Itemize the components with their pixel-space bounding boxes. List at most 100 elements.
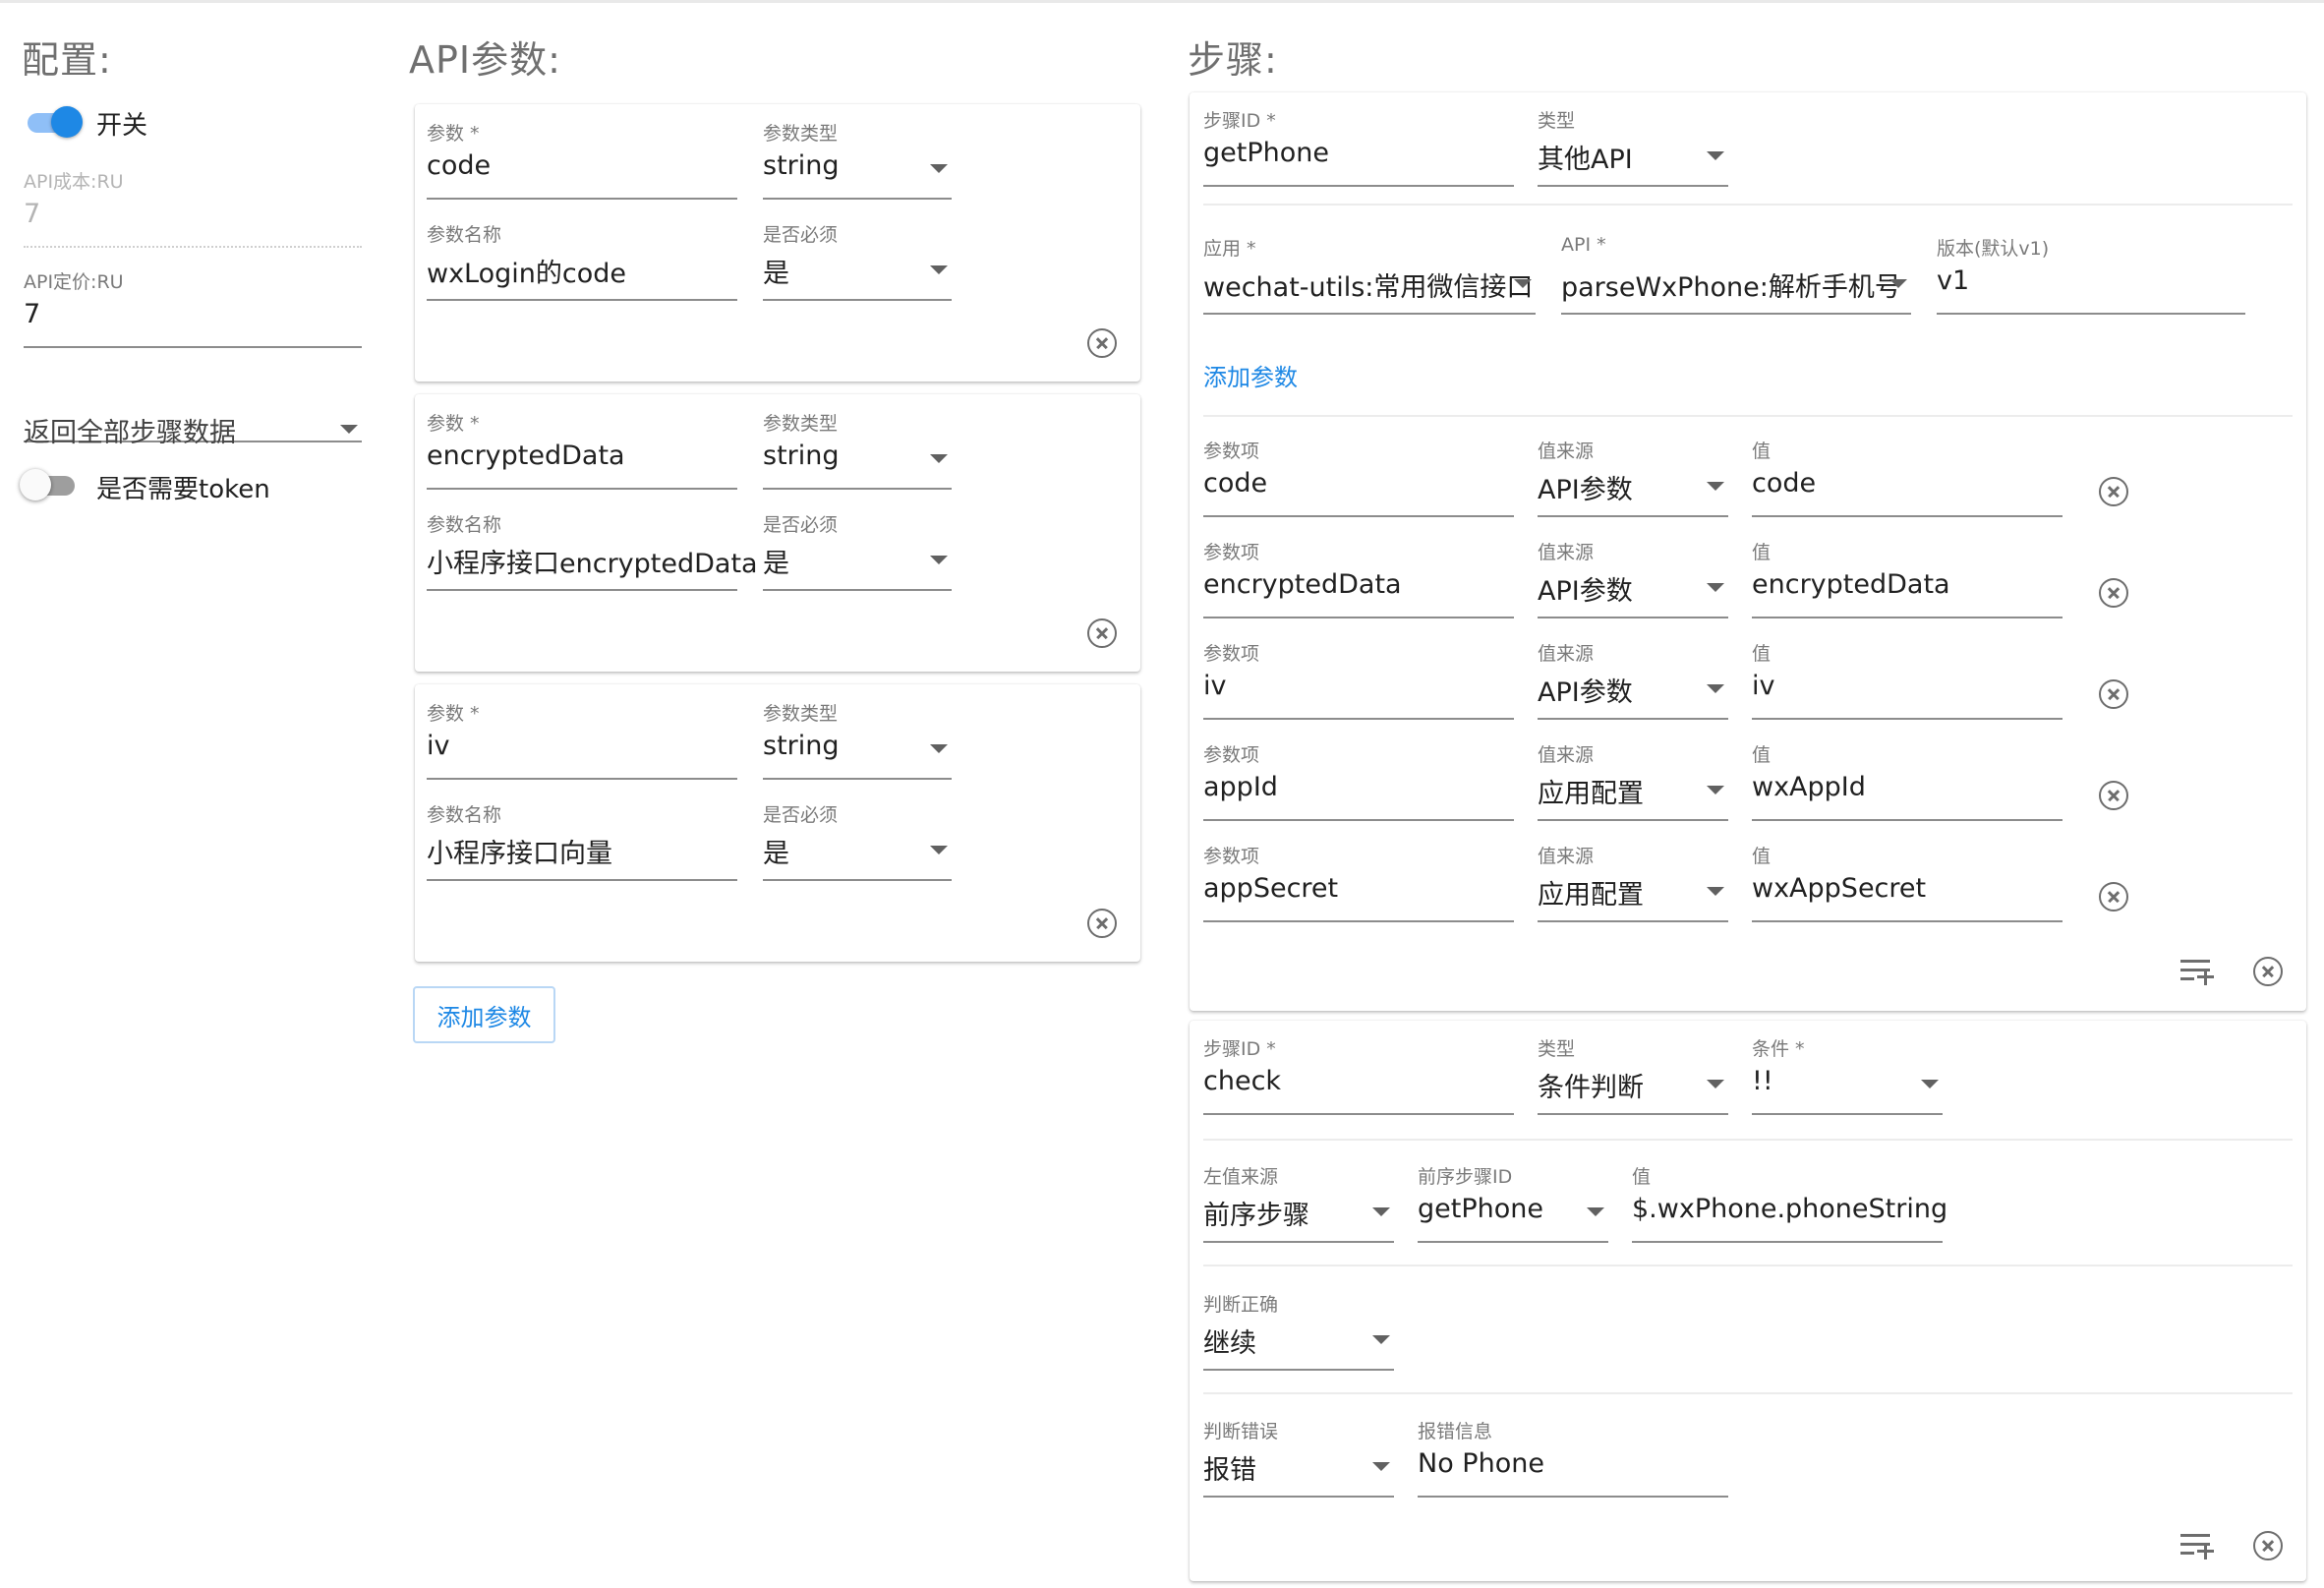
enable-switch[interactable] [24, 106, 83, 138]
step-id-label: 步骤ID * [1203, 110, 1276, 132]
error-message-field[interactable]: 报错信息 No Phone [1418, 1407, 1728, 1498]
compare-value-field[interactable]: 值 $.wxPhone.phoneString [1632, 1152, 1947, 1243]
value-source-value: 应用配置 [1538, 779, 1644, 809]
add-step-param-link[interactable]: 添加参数 [1203, 358, 1298, 392]
chevron-down-icon [1707, 583, 1724, 592]
param-item-field[interactable]: 参数项 code [1203, 427, 1514, 517]
param-value: encryptedData [427, 441, 625, 471]
param-field[interactable]: 参数 * iv [427, 689, 737, 780]
chevron-down-icon [1372, 1207, 1390, 1216]
value-source-select[interactable]: 值来源 API参数 [1538, 427, 1728, 517]
param-name-field[interactable]: 参数名称 小程序接口向量 [427, 791, 737, 881]
value-source-select[interactable]: 值来源 应用配置 [1538, 731, 1728, 821]
on-false-value: 报错 [1203, 1455, 1256, 1486]
remove-step-param-icon[interactable] [2099, 477, 2128, 506]
prev-step-select[interactable]: 前序步骤ID getPhone [1418, 1152, 1608, 1243]
param-item-field[interactable]: 参数项 encryptedData [1203, 528, 1514, 618]
param-required-select[interactable]: 是否必须 是 [763, 210, 952, 301]
param-required-value: 是 [763, 549, 789, 579]
condition-label: 条件 * [1752, 1038, 1805, 1060]
param-item-value: iv [1203, 671, 1227, 701]
chevron-down-icon [1707, 684, 1724, 693]
api-select[interactable]: API * parseWxPhone:解析手机号 [1561, 224, 1911, 315]
api-param-card: 参数 * code 参数类型 string 参数名称 wxLogin的code … [415, 104, 1140, 382]
param-type-value: string [763, 441, 840, 471]
param-field[interactable]: 参数 * code [427, 109, 737, 200]
chevron-down-icon [1372, 1335, 1390, 1344]
version-field[interactable]: 版本(默认v1) v1 [1937, 224, 2245, 315]
remove-param-icon[interactable] [1087, 909, 1117, 938]
chevron-down-icon [930, 454, 948, 463]
param-type-select[interactable]: 参数类型 string [763, 689, 952, 780]
param-item-value: encryptedData [1203, 569, 1402, 600]
param-value-field[interactable]: 值 wxAppId [1752, 731, 2063, 821]
api-price-field[interactable]: API定价:RU 7 [24, 258, 362, 348]
param-item-field[interactable]: 参数项 appSecret [1203, 832, 1514, 922]
left-source-label: 左值来源 [1203, 1166, 1279, 1188]
app-select[interactable]: 应用 * wechat-utils:常用微信接口 [1203, 224, 1536, 315]
param-name-field[interactable]: 参数名称 小程序接口encryptedData [427, 500, 758, 591]
remove-step-param-icon[interactable] [2099, 882, 2128, 912]
remove-step-param-icon[interactable] [2099, 781, 2128, 810]
param-value-label: 值 [1752, 542, 1772, 563]
remove-step-icon[interactable] [2253, 957, 2283, 986]
on-true-select[interactable]: 判断正确 继续 [1203, 1280, 1394, 1371]
value-source-select[interactable]: 值来源 API参数 [1538, 629, 1728, 720]
step-type-select[interactable]: 类型 条件判断 [1538, 1025, 1728, 1115]
param-type-label: 参数类型 [763, 413, 839, 435]
param-value-field[interactable]: 值 iv [1752, 629, 2063, 720]
remove-step-icon[interactable] [2253, 1531, 2283, 1560]
param-item-field[interactable]: 参数项 iv [1203, 629, 1514, 720]
chevron-down-icon [930, 164, 948, 173]
left-source-select[interactable]: 左值来源 前序步骤 [1203, 1152, 1394, 1243]
param-type-label: 参数类型 [763, 703, 839, 725]
param-required-select[interactable]: 是否必须 是 [763, 791, 952, 881]
remove-step-param-icon[interactable] [2099, 679, 2128, 709]
param-type-select[interactable]: 参数类型 string [763, 109, 952, 200]
app-value: wechat-utils:常用微信接口 [1203, 272, 1534, 303]
chevron-down-icon [1372, 1462, 1390, 1471]
step-card-getphone: 步骤ID * getPhone 类型 其他API 应用 * wechat-uti… [1190, 92, 2306, 1011]
token-switch[interactable] [20, 469, 79, 500]
prev-step-value: getPhone [1418, 1194, 1543, 1224]
remove-param-icon[interactable] [1087, 618, 1117, 648]
chevron-down-icon [1889, 279, 1907, 288]
chevron-down-icon [1707, 151, 1724, 160]
remove-step-param-icon[interactable] [2099, 578, 2128, 608]
value-source-select[interactable]: 值来源 应用配置 [1538, 832, 1728, 922]
step-type-select[interactable]: 类型 其他API [1538, 96, 1728, 187]
api-cost-label: API成本:RU [24, 171, 124, 193]
value-source-select[interactable]: 值来源 API参数 [1538, 528, 1728, 618]
param-value-value: iv [1752, 671, 1775, 701]
param-type-value: string [763, 150, 840, 181]
chevron-down-icon [930, 744, 948, 753]
chevron-down-icon [1514, 279, 1532, 288]
divider [1203, 415, 2293, 417]
top-divider [0, 0, 2324, 3]
remove-param-icon[interactable] [1087, 328, 1117, 358]
value-source-value: API参数 [1538, 576, 1633, 607]
on-false-label: 判断错误 [1203, 1421, 1279, 1442]
api-label: API * [1561, 234, 1606, 256]
param-type-select[interactable]: 参数类型 string [763, 399, 952, 490]
param-name-field[interactable]: 参数名称 wxLogin的code [427, 210, 737, 301]
chevron-down-icon [1707, 482, 1724, 491]
return-data-select[interactable]: 返回全部步骤数据 [24, 389, 362, 448]
playlist-add-icon[interactable] [2180, 1534, 2216, 1559]
add-param-button[interactable]: 添加参数 [413, 986, 555, 1043]
param-value-field[interactable]: 值 code [1752, 427, 2063, 517]
step-id-field[interactable]: 步骤ID * check [1203, 1025, 1514, 1115]
api-price-label: API定价:RU [24, 271, 124, 293]
left-source-value: 前序步骤 [1203, 1201, 1309, 1231]
step-id-field[interactable]: 步骤ID * getPhone [1203, 96, 1514, 187]
param-item-field[interactable]: 参数项 appId [1203, 731, 1514, 821]
param-item-label: 参数项 [1203, 846, 1260, 867]
prev-step-label: 前序步骤ID [1418, 1166, 1513, 1188]
on-false-select[interactable]: 判断错误 报错 [1203, 1407, 1394, 1498]
condition-select[interactable]: 条件 * !! [1752, 1025, 1943, 1115]
param-required-select[interactable]: 是否必须 是 [763, 500, 952, 591]
playlist-add-icon[interactable] [2180, 960, 2216, 985]
param-field[interactable]: 参数 * encryptedData [427, 399, 737, 490]
param-value-field[interactable]: 值 wxAppSecret [1752, 832, 2063, 922]
param-value-field[interactable]: 值 encryptedData [1752, 528, 2063, 618]
